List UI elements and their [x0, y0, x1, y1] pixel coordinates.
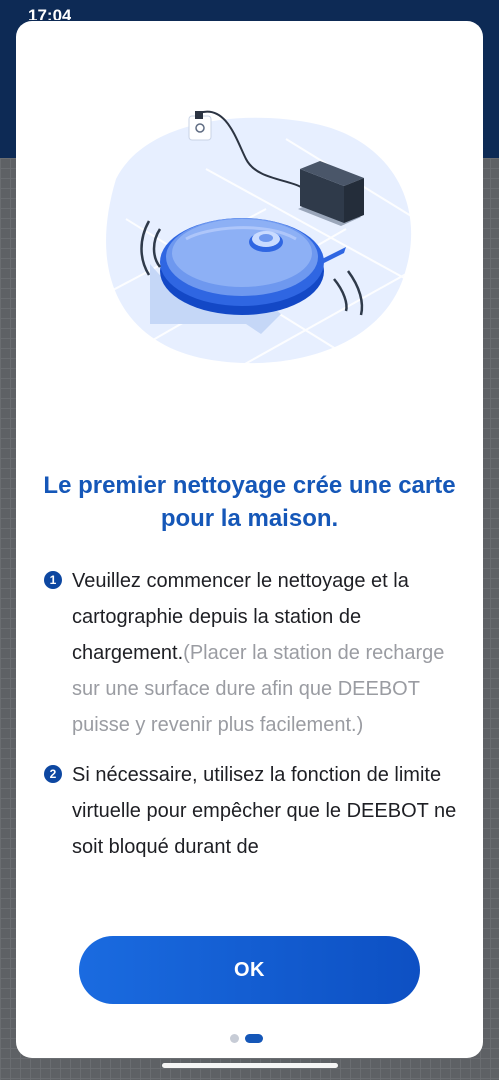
step-text: Si nécessaire, utilisez la fonction de l… — [72, 764, 457, 858]
page-indicator — [230, 1030, 263, 1044]
page-dot-2-active[interactable] — [245, 1034, 263, 1044]
home-indicator[interactable] — [162, 1063, 338, 1068]
dialog-title: Le premier nettoyage crée une carte pour… — [43, 472, 456, 532]
scroll-fade — [16, 871, 483, 931]
instruction-list: 1 Veuillez commencer le nettoyage et la … — [44, 563, 464, 865]
ok-button[interactable]: OK — [79, 936, 420, 1004]
instruction-step-1: 1 Veuillez commencer le nettoyage et la … — [44, 563, 464, 743]
robot-vacuum-illustration — [95, 110, 417, 370]
step-number-badge: 1 — [44, 571, 62, 589]
onboarding-dialog: Le premier nettoyage crée une carte pour… — [16, 21, 483, 1058]
status-time: 17:04 — [28, 6, 72, 20]
page-dot-1[interactable] — [230, 1034, 239, 1044]
step-number-badge: 2 — [44, 765, 62, 783]
wall-outlet-icon — [188, 111, 212, 141]
instruction-step-2: 2 Si nécessaire, utilisez la fonction de… — [44, 757, 464, 865]
